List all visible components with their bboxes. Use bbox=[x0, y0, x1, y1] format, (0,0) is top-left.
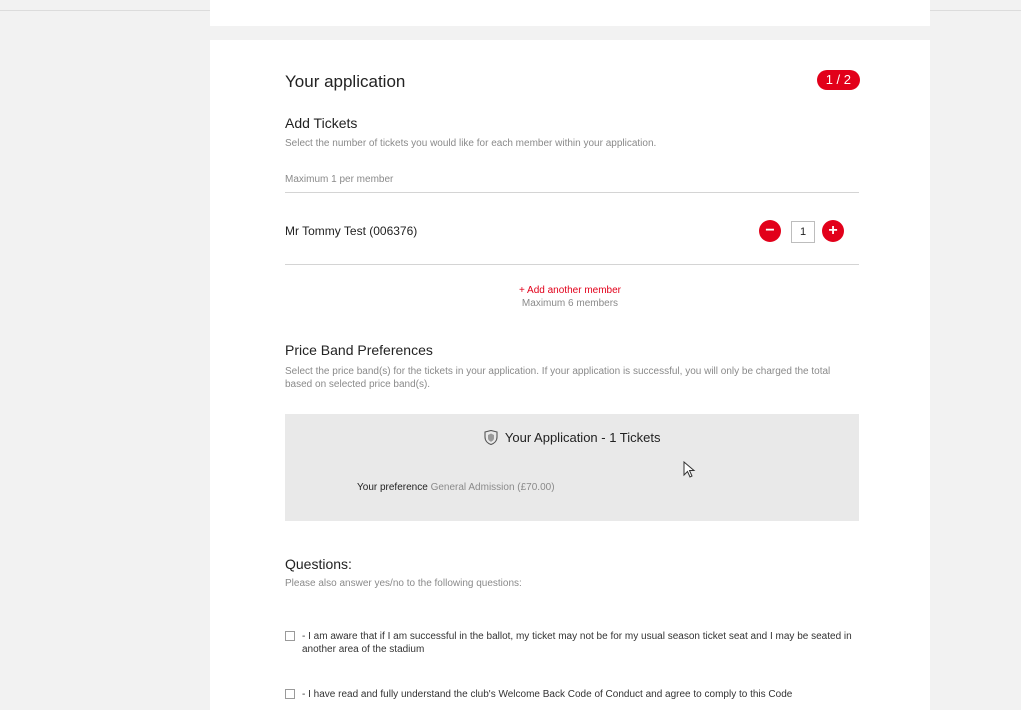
divider bbox=[285, 192, 859, 193]
preference-box-title: Your Application - 1 Tickets bbox=[285, 429, 859, 446]
quantity-input[interactable]: 1 bbox=[791, 221, 815, 243]
application-card: Your application 1 / 2 Add Tickets Selec… bbox=[210, 40, 930, 710]
quantity-stepper: − 1 + bbox=[759, 218, 859, 246]
member-row: Mr Tommy Test (006376) − 1 + bbox=[285, 218, 859, 246]
max-per-member-note: Maximum 1 per member bbox=[285, 174, 394, 185]
preference-box-title-text: Your Application - 1 Tickets bbox=[504, 430, 661, 445]
member-name: Mr Tommy Test (006376) bbox=[285, 224, 418, 238]
add-tickets-description: Select the number of tickets you would l… bbox=[285, 138, 657, 149]
preference-label: Your preference bbox=[357, 482, 428, 493]
question-text: - I have read and fully understand the c… bbox=[302, 689, 793, 700]
questions-description: Please also answer yes/no to the followi… bbox=[285, 578, 522, 589]
preference-line: Your preference General Admission (£70.0… bbox=[357, 482, 555, 493]
preference-box: Your Application - 1 Tickets Your prefer… bbox=[285, 414, 859, 521]
application-title: Your application bbox=[285, 72, 406, 91]
previous-section-card bbox=[210, 0, 930, 26]
question-checkbox[interactable] bbox=[285, 631, 295, 641]
increment-button[interactable]: + bbox=[822, 220, 844, 242]
divider bbox=[285, 264, 859, 265]
questions-heading: Questions: bbox=[285, 556, 352, 572]
step-badge: 1 / 2 bbox=[816, 70, 860, 90]
question-text: - I am aware that if I am successful in … bbox=[302, 631, 852, 655]
price-band-heading: Price Band Preferences bbox=[285, 342, 433, 358]
mouse-pointer-icon bbox=[683, 461, 696, 478]
add-member-section: + Add another member Maximum 6 members bbox=[210, 285, 930, 309]
add-member-link[interactable]: + Add another member bbox=[210, 285, 930, 296]
max-members-note: Maximum 6 members bbox=[521, 298, 619, 309]
decrement-button[interactable]: − bbox=[759, 220, 781, 242]
add-tickets-heading: Add Tickets bbox=[285, 115, 358, 131]
preference-value[interactable]: General Admission (£70.00) bbox=[431, 482, 555, 493]
club-crest-icon bbox=[483, 429, 498, 446]
price-band-description: Select the price band(s) for the tickets… bbox=[285, 366, 831, 390]
